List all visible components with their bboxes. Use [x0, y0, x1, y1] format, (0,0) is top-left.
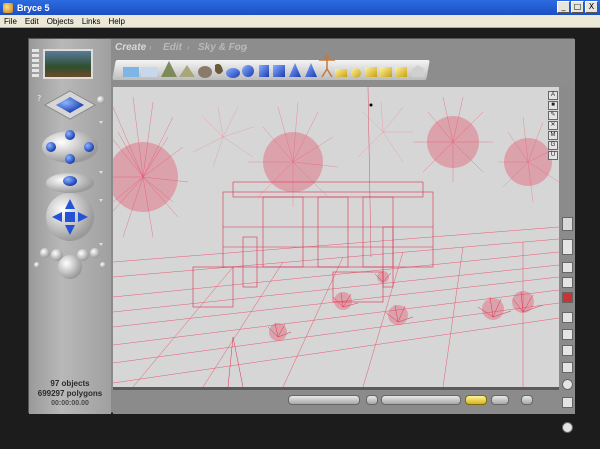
viewport-scrollbar[interactable]	[113, 387, 559, 390]
view-select-bar[interactable]	[32, 74, 39, 77]
view-select-bar[interactable]	[32, 69, 39, 72]
menu-links[interactable]: Links	[78, 17, 105, 26]
edit-tool-button[interactable]	[562, 262, 573, 273]
view-letter-button[interactable]: G	[548, 141, 558, 150]
bryce-workspace: ? 97 objects 699297 polygons 00:00:00.00…	[28, 38, 575, 433]
grid-option-icon[interactable]	[562, 422, 573, 433]
camera-cross-control[interactable]	[43, 90, 97, 120]
menu-help[interactable]: Help	[105, 17, 129, 26]
sphere-icon[interactable]	[242, 65, 254, 77]
edit-tool-button[interactable]	[562, 397, 573, 408]
view-control-column: A ■ ✎ ✕ M G U	[548, 91, 558, 161]
create-palette: Create › Edit › Sky & Fog ›	[111, 39, 575, 87]
symmetrical-lattice-icon[interactable]	[179, 65, 195, 77]
track-z-control[interactable]	[46, 173, 94, 193]
zoom-controls[interactable]	[34, 248, 106, 279]
render-button[interactable]	[465, 395, 487, 405]
view-select-bar[interactable]	[32, 49, 39, 52]
edit-tool-button[interactable]	[562, 277, 573, 288]
edit-tool-button[interactable]	[562, 312, 573, 323]
control-palette: ? 97 objects 699297 polygons 00:00:00.00	[29, 39, 111, 414]
leaf-icon[interactable]	[215, 63, 223, 74]
track-xy-control[interactable]	[42, 130, 98, 164]
view-select-bar[interactable]	[32, 59, 39, 62]
panel-arrow-icons[interactable]	[99, 121, 103, 246]
view-letter-button[interactable]: U	[548, 151, 558, 160]
water-plane-icon[interactable]	[123, 67, 139, 77]
menu-objects[interactable]: Objects	[43, 17, 78, 26]
minimize-button[interactable]: _	[557, 1, 570, 13]
cube-icon[interactable]	[273, 65, 285, 77]
nano-preview[interactable]	[43, 49, 93, 79]
window-controls: _ □ X	[557, 1, 598, 13]
camera-target-marker	[369, 103, 373, 107]
trackball-control[interactable]	[46, 193, 94, 241]
cylinder-icon[interactable]	[259, 65, 269, 77]
cone-icon[interactable]	[305, 63, 317, 77]
edit-tools-strip	[559, 87, 575, 433]
bryce-window: Bryce 5 _ □ X File Edit Objects Links He…	[0, 0, 600, 449]
render-option-icon[interactable]	[562, 379, 573, 390]
disk-icon[interactable]	[351, 68, 361, 78]
maximize-button[interactable]: □	[571, 1, 584, 13]
camera-option-button[interactable]	[97, 96, 105, 104]
rock-icon[interactable]	[198, 66, 212, 78]
playback-controls[interactable]	[381, 395, 461, 405]
edit-tool-button[interactable]	[562, 292, 573, 303]
spotlight-icon[interactable]	[380, 67, 392, 77]
pyramid-icon[interactable]	[289, 63, 301, 77]
bryce-app-icon	[3, 2, 13, 13]
camera-controls: ?	[34, 90, 106, 279]
menu-edit[interactable]: Edit	[21, 17, 43, 26]
more-objects-icon[interactable]	[412, 65, 424, 77]
edit-tool-button[interactable]	[562, 239, 573, 255]
terrain-icon[interactable]	[161, 61, 177, 77]
options-button[interactable]	[521, 395, 533, 405]
wireframe-scene	[113, 87, 559, 387]
edit-tool-button[interactable]	[562, 362, 573, 373]
primitives-icons	[123, 54, 424, 78]
polygon-count: 699297 polygons	[37, 389, 103, 398]
animation-controls	[113, 387, 559, 414]
window-title: Bryce 5	[17, 2, 50, 13]
human-figure-icon[interactable]	[319, 54, 335, 78]
view-letter-button[interactable]: ■	[548, 101, 558, 110]
timeline-scrubber[interactable]	[288, 395, 360, 405]
object-count: 97 objects	[50, 379, 90, 388]
torus-icon[interactable]	[226, 68, 240, 78]
menu-file[interactable]: File	[0, 17, 21, 26]
radial-light-icon[interactable]	[395, 67, 407, 77]
edit-tool-button[interactable]	[562, 217, 573, 231]
view-select-bar[interactable]	[32, 54, 39, 57]
light-icon[interactable]	[365, 67, 377, 77]
scene-viewport[interactable]: A ■ ✎ ✕ M G U	[113, 87, 559, 387]
rewind-button[interactable]	[366, 395, 378, 405]
menu-bar: File Edit Objects Links Help	[0, 15, 600, 28]
question-icon[interactable]: ?	[37, 94, 41, 103]
square-icon[interactable]	[335, 69, 347, 77]
title-bar: Bryce 5 _ □ X	[0, 0, 600, 15]
view-letter-button[interactable]: ✕	[548, 121, 558, 130]
close-button[interactable]: X	[585, 1, 598, 13]
edit-tool-button[interactable]	[562, 329, 573, 340]
view-letter-button[interactable]: ✎	[548, 111, 558, 120]
cloud-plane-icon[interactable]	[141, 67, 157, 77]
edit-tool-button[interactable]	[562, 345, 573, 356]
render-time: 00:00:00.00	[51, 400, 89, 407]
memory-dots-button[interactable]	[491, 395, 509, 405]
view-select-bar[interactable]	[32, 64, 39, 67]
view-letter-button[interactable]: A	[548, 91, 558, 100]
view-letter-button[interactable]: M	[548, 131, 558, 140]
